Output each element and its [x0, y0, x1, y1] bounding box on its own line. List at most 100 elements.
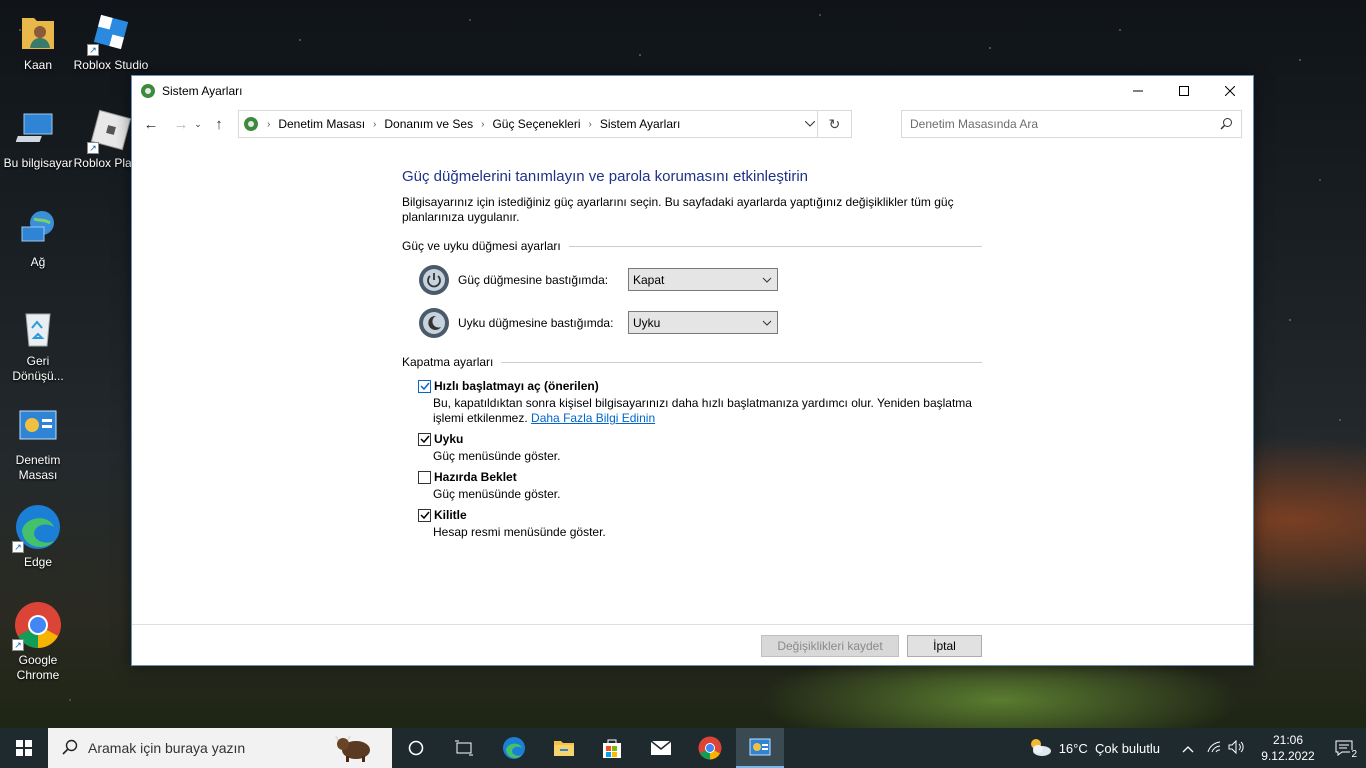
desktop-icon-label: Edge [23, 555, 53, 569]
divider [501, 361, 982, 363]
hibernate-option: Hazırda Beklet Güç menüsünde göster. [418, 470, 982, 502]
hibernate-description: Güç menüsünde göster. [433, 487, 561, 501]
fast-startup-description: Bu, kapatıldıktan sonra kişisel bilgisay… [433, 396, 973, 426]
window-title: Sistem Ayarları [162, 83, 243, 98]
navigation-bar: ← → ⌄ ↑ › Denetim Masası › Donanım ve Se… [132, 105, 1253, 143]
sleep-checkbox[interactable] [418, 432, 431, 446]
notifications-button[interactable]: 2 [1322, 728, 1366, 768]
desktop-icon-roblox-studio[interactable]: ↗ Roblox Studio [73, 10, 149, 73]
hibernate-label[interactable]: Hazırda Beklet [434, 470, 517, 484]
breadcrumb-separator-icon: › [588, 118, 592, 130]
microsoft-store-icon[interactable] [588, 728, 636, 768]
window-footer: Değişiklikleri kaydet İptal [132, 624, 1253, 666]
forward-arrow-icon[interactable]: → [170, 113, 192, 135]
desktop-icon-this-pc[interactable]: Bu bilgisayar [0, 108, 76, 171]
control-panel-icon [16, 405, 60, 449]
breadcrumb-hardware-sound[interactable]: Donanım ve Ses [384, 117, 473, 131]
settings-content: Güç düğmelerini tanımlayın ve parola kor… [402, 168, 982, 540]
selected-value: Kapat [633, 272, 665, 287]
fast-startup-checkbox[interactable] [418, 379, 431, 393]
desktop-icon-label: Denetim Masası [15, 453, 61, 482]
search-input[interactable]: Denetim Masasında Ara [901, 110, 1242, 138]
mail-icon[interactable] [637, 728, 685, 768]
power-button-label: Güç düğmesine bastığımda: [458, 272, 609, 287]
start-button[interactable] [0, 728, 48, 768]
search-icon [62, 739, 78, 758]
volume-icon[interactable] [1228, 739, 1246, 757]
chevron-down-icon [762, 273, 772, 290]
learn-more-link[interactable]: Daha Fazla Bilgi Edinin [531, 411, 655, 425]
shortcut-arrow-icon: ↗ [87, 142, 99, 154]
cancel-button[interactable]: İptal [907, 635, 982, 657]
shortcut-arrow-icon: ↗ [87, 44, 99, 56]
hibernate-checkbox[interactable] [418, 470, 431, 484]
weather-cloud-sun-icon[interactable] [1027, 736, 1053, 761]
chrome-taskbar-icon[interactable] [686, 728, 734, 768]
shortcut-arrow-icon: ↗ [12, 639, 24, 651]
refresh-icon[interactable]: ↻ [817, 110, 851, 138]
desktop-icon-recycle-bin[interactable]: Geri Dönüşü... [0, 306, 76, 384]
title-bar[interactable]: Sistem Ayarları [132, 76, 1253, 105]
description-text: Bu, kapatıldıktan sonra kişisel bilgisay… [433, 396, 972, 425]
power-button-icon [418, 264, 450, 296]
roblox-studio-icon: ↗ [87, 10, 133, 56]
breadcrumb-separator-icon: › [481, 118, 485, 130]
breadcrumb-power-options[interactable]: Güç Seçenekleri [492, 117, 580, 131]
address-bar[interactable]: › Denetim Masası › Donanım ve Ses › Güç … [238, 110, 852, 138]
file-explorer-icon[interactable] [540, 728, 588, 768]
task-view-cortana-icon[interactable] [392, 728, 440, 768]
power-button-setting: Güç düğmesine bastığımda: Kapat [418, 263, 982, 296]
desktop-icon-control-panel[interactable]: Denetim Masası [0, 405, 76, 483]
breadcrumb-control-panel[interactable]: Denetim Masası [278, 117, 365, 131]
section-title: Kapatma ayarları [402, 355, 494, 369]
back-arrow-icon[interactable]: ← [140, 113, 162, 135]
sleep-button-icon [418, 307, 450, 339]
sleep-label[interactable]: Uyku [434, 432, 463, 446]
desktop-icon-chrome[interactable]: ↗ Google Chrome [0, 601, 76, 683]
user-folder-icon [16, 10, 60, 54]
desktop-icon-network[interactable]: Ağ [0, 207, 76, 270]
recycle-bin-icon [16, 306, 60, 350]
taskbar-search-input[interactable]: Aramak için buraya yazın [48, 728, 392, 768]
desktop-icon-label: Geri Dönüşü... [12, 354, 64, 383]
task-view-icon[interactable] [440, 728, 488, 768]
search-highlight-yak-icon [334, 732, 378, 767]
desktop-icon-label: Google Chrome [16, 653, 60, 682]
breadcrumb-system-settings[interactable]: Sistem Ayarları [600, 117, 680, 131]
breadcrumb-separator-icon: › [267, 118, 271, 130]
power-button-select[interactable]: Kapat [628, 268, 778, 291]
lock-checkbox[interactable] [418, 508, 431, 522]
minimize-button[interactable] [1115, 76, 1161, 105]
control-panel-icon [140, 83, 156, 99]
lock-label[interactable]: Kilitle [434, 508, 467, 522]
page-title: Güç düğmelerini tanımlayın ve parola kor… [402, 168, 809, 185]
save-changes-button[interactable]: Değişiklikleri kaydet [761, 635, 899, 657]
maximize-button[interactable] [1161, 76, 1207, 105]
system-settings-window: Sistem Ayarları ← → ⌄ ↑ › Denetim Masası… [131, 75, 1254, 666]
show-hidden-icons-chevron-icon[interactable] [1182, 741, 1194, 756]
fast-startup-label[interactable]: Hızlı başlatmayı aç (önerilen) [434, 379, 599, 393]
up-arrow-icon[interactable]: ↑ [208, 113, 230, 135]
selected-value: Uyku [633, 315, 661, 330]
edge-taskbar-icon[interactable] [490, 728, 538, 768]
windows-logo-icon [16, 740, 32, 756]
breadcrumb-separator-icon: › [373, 118, 377, 130]
sleep-button-select[interactable]: Uyku [628, 311, 778, 334]
recent-locations-chevron-icon[interactable]: ⌄ [192, 113, 204, 135]
weather-text[interactable]: 16°C Çok bulutlu [1059, 741, 1160, 756]
wifi-icon[interactable] [1206, 740, 1222, 757]
desktop-icon-edge[interactable]: ↗ Edge [0, 503, 76, 570]
chevron-down-icon [762, 316, 772, 333]
page-description: Bilgisayarınız için istediğiniz güç ayar… [402, 195, 954, 224]
fast-startup-option: Hızlı başlatmayı aç (önerilen) Bu, kapat… [418, 379, 982, 426]
control-panel-icon [243, 116, 259, 132]
control-panel-taskbar-icon[interactable] [736, 728, 784, 768]
desktop-icon-kaan[interactable]: Kaan [0, 10, 76, 73]
taskbar: Aramak için buraya yazın 16°C Çok bulutl… [0, 728, 1366, 768]
lock-option: Kilitle Hesap resmi menüsünde göster. [418, 508, 982, 540]
sleep-description: Güç menüsünde göster. [433, 449, 561, 463]
sleep-button-setting: Uyku düğmesine bastığımda: Uyku [418, 306, 982, 339]
time: 21:06 [1272, 733, 1304, 747]
close-button[interactable] [1207, 76, 1253, 105]
clock[interactable]: 21:06 9.12.2022 [1254, 732, 1322, 764]
